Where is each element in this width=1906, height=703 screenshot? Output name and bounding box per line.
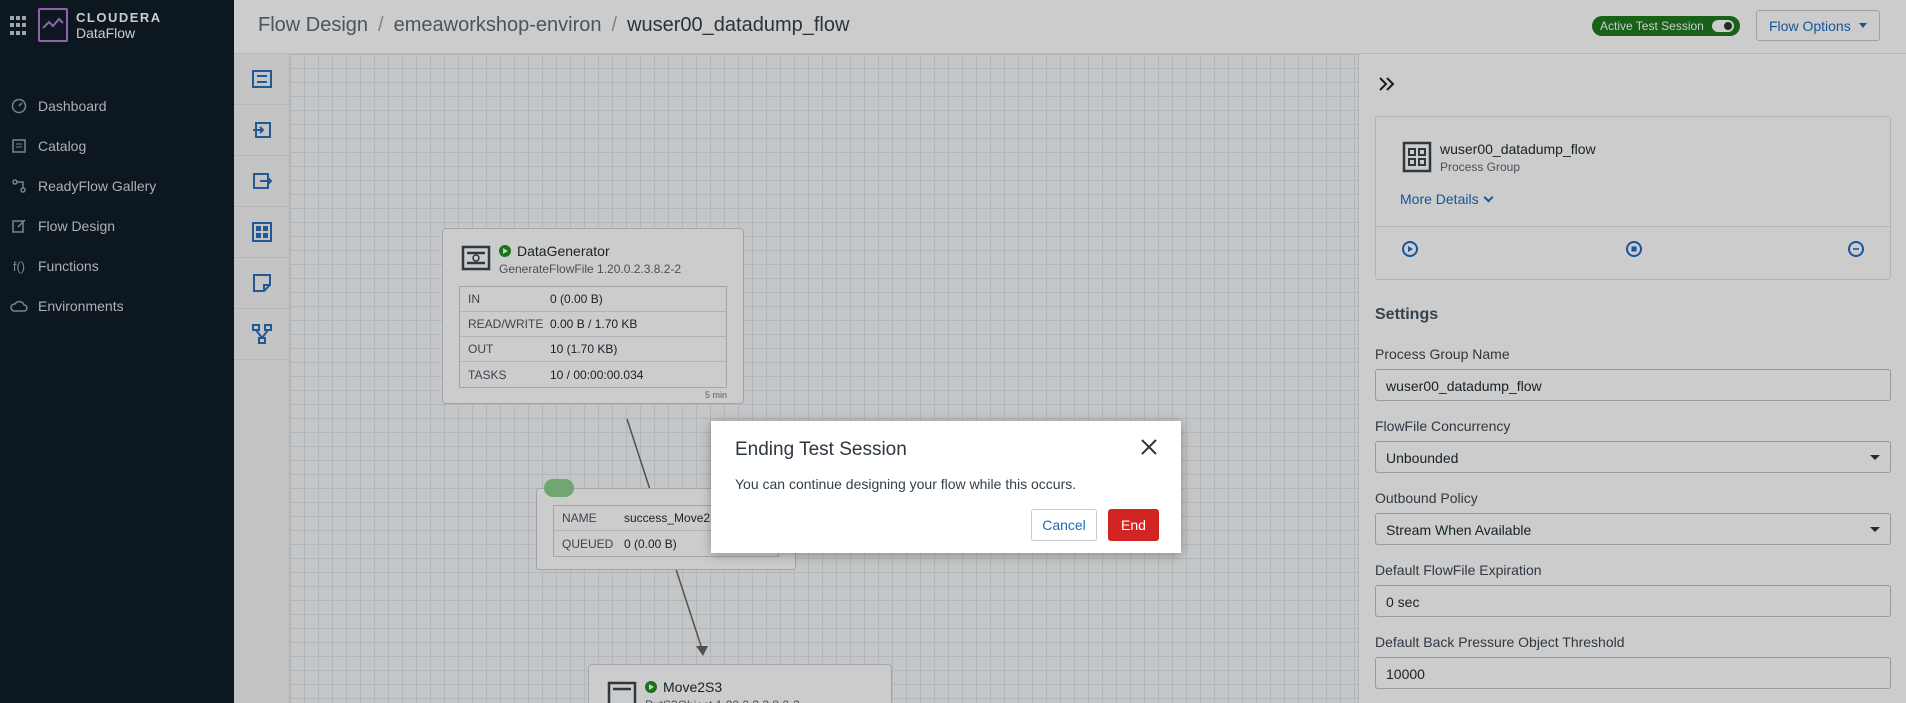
- modal-backdrop: [0, 0, 1906, 703]
- end-button[interactable]: End: [1108, 509, 1159, 541]
- dialog-message: You can continue designing your flow whi…: [735, 476, 1077, 492]
- ending-test-session-dialog: Ending Test Session You can continue des…: [711, 421, 1181, 553]
- close-icon[interactable]: [1139, 437, 1159, 457]
- cancel-button[interactable]: Cancel: [1031, 509, 1097, 541]
- dialog-title: Ending Test Session: [735, 439, 907, 460]
